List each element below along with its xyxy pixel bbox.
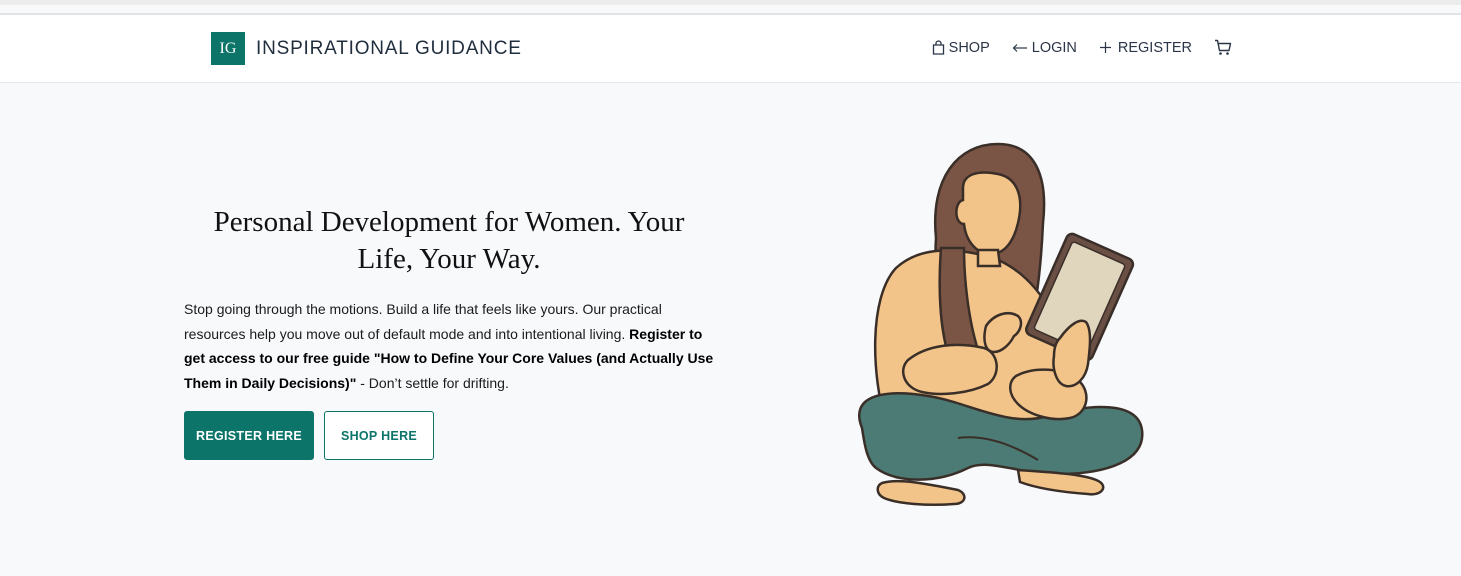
hero-section: Personal Development for Women. Your Lif… xyxy=(184,204,714,395)
hero-headline: Personal Development for Women. Your Lif… xyxy=(213,206,685,275)
hero-buttons: REGISTER HERE SHOP HERE xyxy=(184,411,434,460)
shop-here-button[interactable]: SHOP HERE xyxy=(324,411,434,460)
nav-shop-label: SHOP xyxy=(948,39,990,56)
browser-top-strip xyxy=(0,0,1461,5)
plus-icon xyxy=(1099,42,1111,53)
logo-badge: IG xyxy=(211,32,245,65)
brand-name: INSPIRATIONAL GUIDANCE xyxy=(256,37,522,59)
brand-logo-link[interactable]: IG INSPIRATIONAL GUIDANCE xyxy=(211,32,522,65)
site-header: IG INSPIRATIONAL GUIDANCE SHOP LOGIN REG… xyxy=(0,15,1461,83)
woman-reading-tablet-illustration xyxy=(858,142,1144,506)
hero-description-tail: - Don’t settle for drifting. xyxy=(356,374,509,391)
hero-description: Stop going through the motions. Build a … xyxy=(184,297,714,395)
cart-icon xyxy=(1215,39,1232,55)
shopping-bag-icon xyxy=(932,40,944,55)
register-here-button[interactable]: REGISTER HERE xyxy=(184,411,314,460)
nav-login[interactable]: LOGIN xyxy=(1012,40,1077,56)
nav-register[interactable]: REGISTER xyxy=(1099,40,1192,56)
login-arrow-icon xyxy=(1012,43,1027,52)
nav-register-label: REGISTER xyxy=(1117,39,1192,56)
main-nav: SHOP LOGIN REGISTER xyxy=(910,39,1232,56)
nav-shop[interactable]: SHOP xyxy=(932,40,990,56)
cart-button[interactable] xyxy=(1214,39,1232,56)
hero-description-text: Stop going through the motions. Build a … xyxy=(184,301,662,342)
nav-login-label: LOGIN xyxy=(1031,39,1077,56)
